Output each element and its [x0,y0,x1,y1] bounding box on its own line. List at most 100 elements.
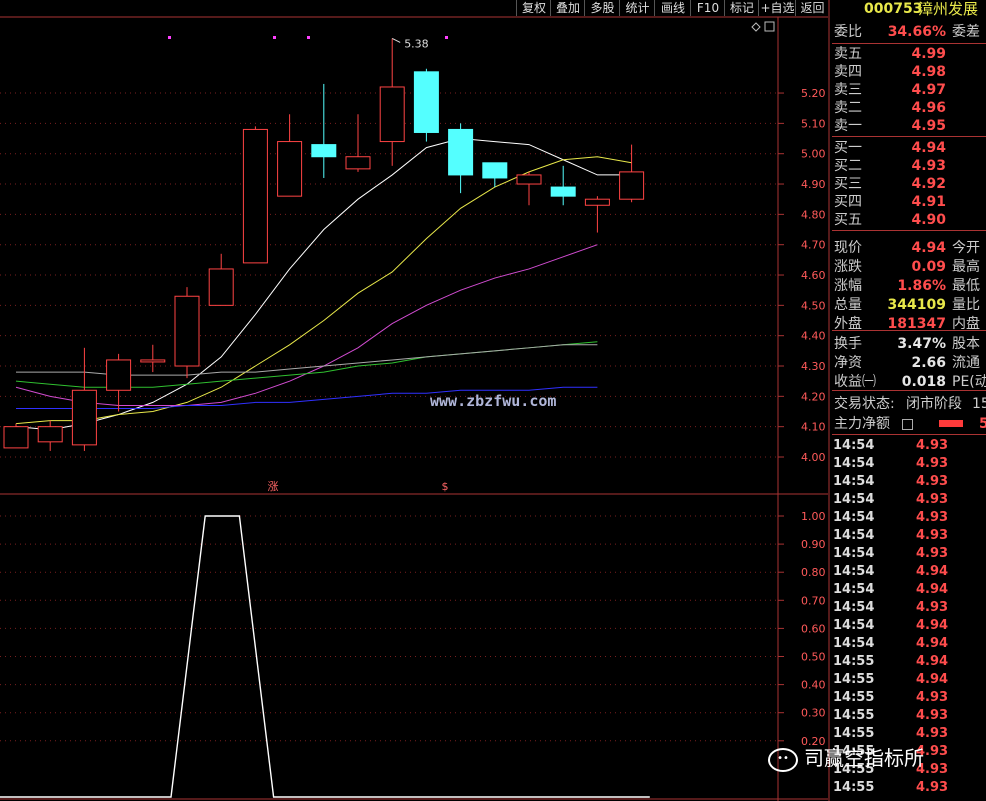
candle-body [277,141,303,197]
high-label: 5.38 [404,37,429,50]
marker-zhang: 涨 [268,480,279,493]
trade-status-label: 交易状态: [834,396,895,412]
price-tick-label: 5.10 [801,117,826,130]
price-tick-label: 4.70 [801,239,826,252]
stat-value: 1.86% [897,278,946,294]
ask-value: 4.98 [911,64,946,80]
toolbar-button[interactable]: 返回 [795,0,829,16]
marker-dollar: $ [442,480,449,493]
panel-separator [832,434,986,435]
toolbar-button[interactable]: 标记 [724,0,759,16]
price-tick-label: 4.10 [801,421,826,434]
panel-separator [832,230,986,231]
tick-time: 14:55 [833,726,875,741]
stat-label: 涨跌 [834,259,862,275]
ask-row: 卖三 4.97 [832,81,986,99]
toolbar-button[interactable]: 叠加 [550,0,585,16]
stat-row: 涨幅 1.86% 最低 [832,277,986,295]
stock-name: 漳州发展 [918,0,979,18]
trade-status-extra: 15 [972,396,986,412]
tick-price: 4.94 [916,672,949,687]
ma-line [15,341,598,388]
indicator-tick-label: 0.80 [801,566,826,579]
tick-price: 4.94 [916,582,949,597]
stat2-side-label: 股本 [952,336,980,352]
tick-price: 4.93 [916,456,949,471]
toolbar-button[interactable]: 多股 [584,0,620,16]
stat-label: 现价 [834,240,862,256]
high-pointer [391,37,401,43]
trade-status-row: 交易状态: 闭市阶段 15 [832,395,986,413]
indicator-tick-label: 0.30 [801,707,826,720]
panel-separator [832,330,986,331]
price-tick-label: 4.80 [801,208,826,221]
price-tick-label: 5.20 [801,87,826,100]
bid-label: 买一 [834,140,862,156]
main-net-row: 主力净额 5 [832,415,986,433]
ask-value: 4.96 [911,100,946,116]
tick-time: 14:54 [833,582,875,597]
candle-body [174,295,200,367]
bid-value: 4.93 [911,158,946,174]
main-net-extra: 5 [979,416,986,432]
bid-label: 买四 [834,194,862,210]
candle-body [345,156,371,170]
tick-price: 4.93 [916,438,949,453]
toolbar-button[interactable]: 统计 [619,0,655,16]
stat-side-label: 量比 [952,297,980,313]
list-icon[interactable] [902,419,913,430]
bid-label: 买五 [834,212,862,228]
ask-value: 4.99 [911,46,946,62]
tick-price: 4.93 [916,492,949,507]
bid-row: 买三 4.92 [832,175,986,193]
stat-value: 0.09 [911,259,946,275]
grid-lines [0,92,778,742]
tick-time: 14:54 [833,528,875,543]
tick-time: 14:55 [833,672,875,687]
candle-body [311,144,337,158]
tick-time: 14:54 [833,600,875,615]
candle-body [550,186,576,197]
stat-label: 涨幅 [834,278,862,294]
price-tick-label: 4.60 [801,269,826,282]
stat2-side-label: 流通 [952,355,980,371]
tick-time: 14:54 [833,456,875,471]
logo-text: 司赢空指标所 [804,746,924,770]
toolbar-button[interactable]: F10 [690,0,725,16]
panel-separator [832,43,986,44]
price-tick-label: 4.40 [801,330,826,343]
stat2-value: 0.018 [901,374,946,390]
indicator-tick-label: 0.90 [801,538,826,551]
indicator-axis: 1.000.900.800.700.600.500.400.300.20 [778,510,826,748]
tick-price: 4.94 [916,564,949,579]
toolbar-button[interactable]: 画线 [654,0,691,16]
bid-row: 买四 4.91 [832,193,986,211]
indicator-line [0,515,650,798]
stat-row: 涨跌 0.09 最高 [832,258,986,276]
signal-dot [273,36,276,39]
ask-row: 卖五 4.99 [832,45,986,63]
tick-time: 14:55 [833,690,875,705]
candle-body [140,359,166,363]
bid-label: 买三 [834,176,862,192]
brand-logo: •• 司赢空指标所 [768,742,924,772]
weibi-value: 34.66% [887,24,946,40]
price-tick-label: 4.20 [801,390,826,403]
stat2-row: 收益㈠ 0.018 PE(动 [832,373,986,391]
toolbar-button[interactable]: +自选 [758,0,796,16]
bid-label: 买二 [834,158,862,174]
stat-side-label: 最高 [952,259,980,275]
toolbar-button[interactable]: 复权 [516,0,551,16]
tick-price: 4.93 [916,474,949,489]
diamond-icon [751,22,761,32]
tick-time: 14:54 [833,492,875,507]
stat-value: 344109 [887,297,946,313]
candle-body [584,198,610,206]
ask-row: 卖四 4.98 [832,63,986,81]
candle-body [37,426,63,443]
price-tick-label: 4.90 [801,178,826,191]
indicator-tick-label: 0.40 [801,679,826,692]
tick-time: 14:55 [833,654,875,669]
candle-body [516,174,542,185]
weibi-label: 委比 [834,24,862,40]
